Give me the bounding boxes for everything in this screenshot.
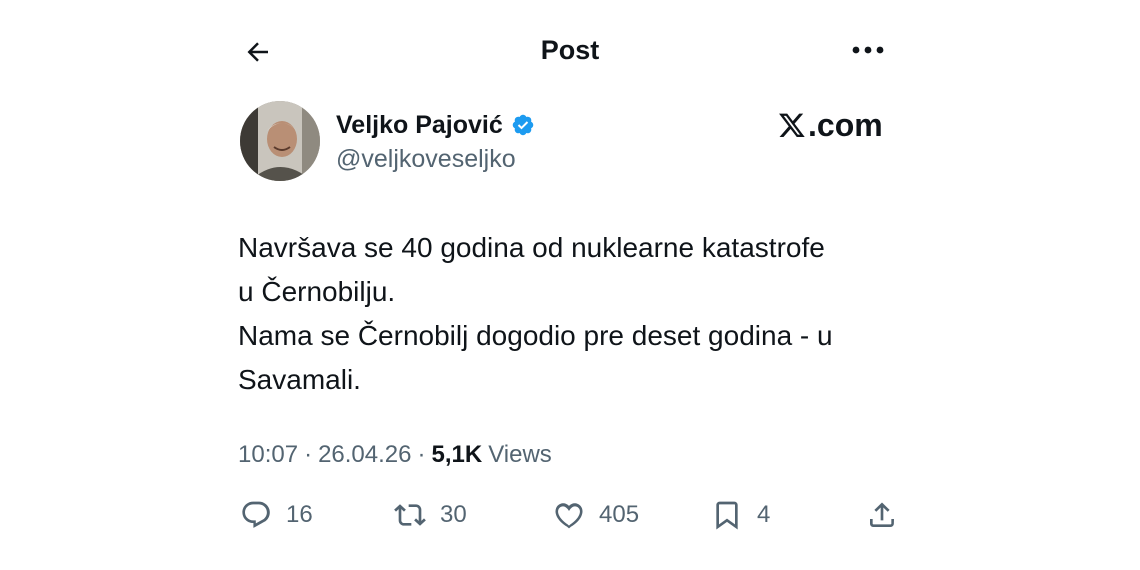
tweet-line: Nama se Černobilj dogodio pre deset godi… <box>238 320 833 351</box>
repost-button[interactable]: 30 <box>394 495 467 535</box>
reply-button[interactable]: 16 <box>240 495 313 535</box>
meta-separator: · <box>304 441 313 468</box>
tweet-date[interactable]: 26.04.26 <box>318 441 411 469</box>
x-com-logo: .com <box>778 106 883 144</box>
x-com-suffix: .com <box>808 107 883 143</box>
heart-icon <box>555 503 583 529</box>
meta-separator: · <box>417 441 426 468</box>
repost-count: 30 <box>440 501 467 528</box>
more-horizontal-icon <box>852 46 884 54</box>
page-title: Post <box>540 35 600 65</box>
tweet-line: Navršava se 40 godina od nuklearne katas… <box>238 232 825 263</box>
back-button[interactable] <box>236 30 280 74</box>
more-options-button[interactable] <box>846 32 890 68</box>
tweet-line: u Černobilju. <box>238 276 396 307</box>
arrow-left-icon <box>247 42 268 62</box>
display-name[interactable]: Veljko Pajović <box>336 109 503 141</box>
avatar-photo <box>240 101 320 181</box>
tweet-time[interactable]: 10:07 <box>238 441 298 469</box>
tweet-line: Savamali. <box>238 364 361 395</box>
views-label: Views <box>488 441 552 468</box>
like-count: 405 <box>599 501 640 528</box>
bookmark-button[interactable]: 4 <box>711 495 770 535</box>
reply-icon <box>242 501 270 528</box>
tweet-meta: 10:07 · 26.04.26 · 5,1K Views <box>238 437 552 473</box>
tweet-text: Navršava se 40 godina od nuklearne katas… <box>238 226 918 402</box>
repost-icon <box>394 504 426 526</box>
x-logo-icon <box>779 113 805 138</box>
verified-badge-icon <box>512 114 534 136</box>
share-button[interactable] <box>866 495 898 535</box>
bookmark-count: 4 <box>757 501 771 528</box>
author-name-row: Veljko Pajović <box>336 108 535 142</box>
like-button[interactable]: 405 <box>553 495 639 535</box>
avatar[interactable] <box>240 101 320 181</box>
views-count: 5,1K <box>431 441 483 468</box>
bookmark-icon <box>716 501 738 530</box>
reply-count: 16 <box>286 501 313 528</box>
share-icon <box>870 502 894 527</box>
author-handle[interactable]: @veljkoveseljko <box>336 143 516 175</box>
